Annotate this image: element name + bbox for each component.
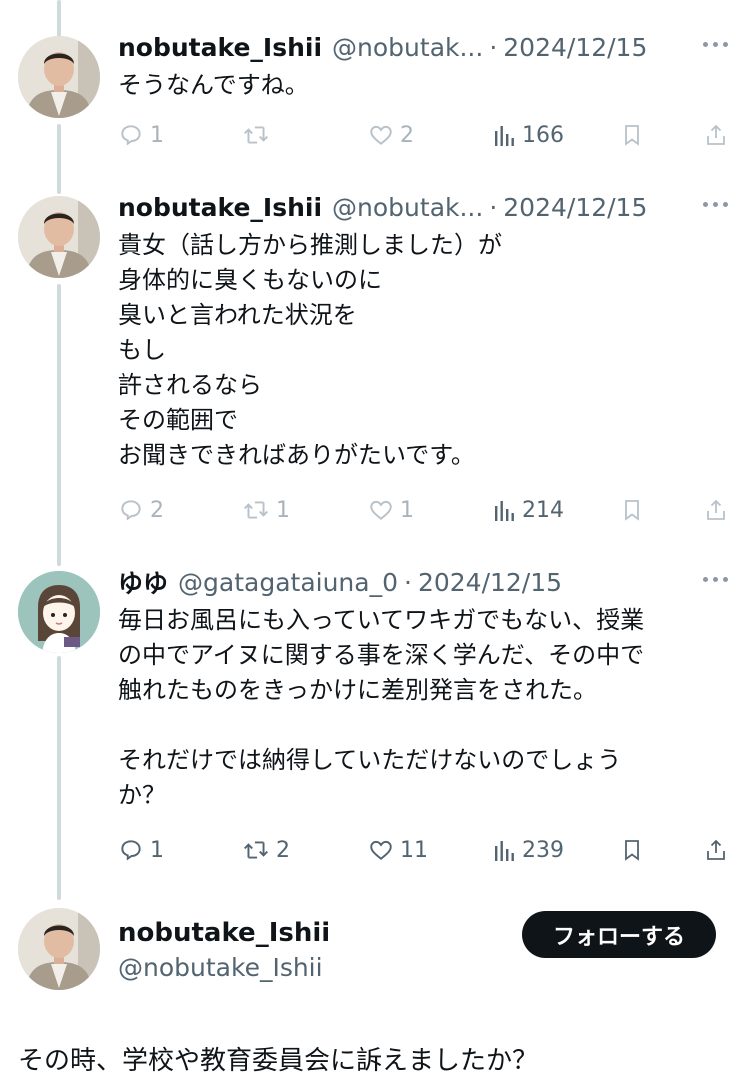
like-icon	[370, 500, 392, 520]
share-button[interactable]	[704, 833, 728, 867]
reply-icon	[121, 840, 141, 861]
action-bar: 2 1 1 214	[118, 493, 728, 527]
bookmark-icon	[625, 125, 639, 146]
like-count: 1	[400, 497, 414, 523]
avatar[interactable]	[18, 908, 100, 990]
avatar-illustration-icon	[18, 571, 100, 653]
display-name[interactable]: ゆゆ	[118, 564, 168, 600]
action-bar: 1 2 11 239	[118, 833, 728, 867]
tweet[interactable]: nobutake_Ishii @nobutak... · 2024/12/15 …	[0, 190, 750, 540]
share-icon	[707, 124, 725, 145]
handle[interactable]: @nobutak...	[332, 193, 483, 222]
more-icon[interactable]	[703, 202, 728, 207]
handle[interactable]: @nobutak...	[332, 33, 483, 62]
bookmark-icon	[625, 500, 639, 521]
retweet-icon	[244, 501, 268, 519]
more-icon[interactable]	[703, 42, 728, 47]
view-count: 214	[522, 497, 564, 523]
more-icon[interactable]	[703, 577, 728, 582]
avatar-photo-icon	[18, 196, 100, 278]
reply-count: 2	[150, 497, 164, 523]
action-bar: 1 2 166	[118, 118, 728, 152]
avatar[interactable]	[18, 196, 100, 278]
reply-count: 1	[150, 837, 164, 863]
bookmark-button[interactable]	[620, 493, 644, 527]
retweet-icon	[244, 126, 268, 144]
display-name[interactable]: nobutake_Ishii	[118, 33, 322, 62]
timestamp[interactable]: 2024/12/15	[503, 193, 647, 222]
display-name[interactable]: nobutake_Ishii	[118, 193, 322, 222]
tweet-text: 毎日お風呂にも入っていてワキガでもない、授業 の中でアイヌに関する事を深く学んだ…	[118, 606, 645, 809]
view-count: 239	[522, 837, 564, 863]
handle[interactable]: @gatagataiuna_0	[178, 568, 398, 597]
share-button[interactable]	[704, 118, 728, 152]
tweet-header: nobutake_Ishii @nobutak... · 2024/12/15	[118, 30, 647, 64]
timestamp[interactable]: 2024/12/15	[418, 568, 562, 597]
retweet-button[interactable]	[242, 118, 276, 152]
follow-button[interactable]: フォローする	[522, 911, 716, 958]
like-button[interactable]: 11	[368, 833, 428, 867]
retweet-icon	[244, 841, 268, 859]
separator: ·	[489, 32, 498, 62]
like-icon	[370, 125, 392, 145]
avatar-photo-icon	[18, 908, 100, 990]
views-icon	[495, 841, 514, 861]
bookmark-icon	[625, 840, 639, 861]
views-button[interactable]: 166	[494, 118, 564, 152]
reply-icon	[121, 500, 141, 521]
retweet-button[interactable]: 1	[242, 493, 290, 527]
tweet[interactable]: nobutake_Ishii @nobutak... · 2024/12/15 …	[0, 30, 750, 170]
timestamp[interactable]: 2024/12/15	[503, 33, 647, 62]
retweet-button[interactable]: 2	[242, 833, 290, 867]
like-button[interactable]: 1	[368, 493, 414, 527]
tweet-text: 貴女（話し方から推測しました）が 身体的に臭くもないのに 臭いと言われた状況を …	[118, 231, 502, 469]
like-icon	[370, 840, 392, 860]
reply-button[interactable]: 2	[118, 493, 164, 527]
reply-button[interactable]: 1	[118, 833, 164, 867]
reply-count: 1	[150, 122, 164, 148]
views-button[interactable]: 239	[494, 833, 564, 867]
tweet-text: その時、学校や教育委員会に訴えましたか？	[18, 1046, 539, 1076]
tweet-header: ゆゆ @gatagataiuna_0 · 2024/12/15	[118, 565, 562, 599]
view-count: 166	[522, 122, 564, 148]
display-name[interactable]: nobutake_Ishii	[118, 918, 330, 948]
share-icon	[707, 839, 725, 860]
views-icon	[495, 126, 514, 146]
separator: ·	[404, 567, 412, 597]
avatar-photo-icon	[18, 36, 100, 118]
bookmark-button[interactable]	[620, 833, 644, 867]
tweet[interactable]: ゆゆ @gatagataiuna_0 · 2024/12/15 毎日お風呂にも入…	[0, 565, 750, 875]
avatar[interactable]	[18, 571, 100, 653]
share-button[interactable]	[704, 493, 728, 527]
views-button[interactable]: 214	[494, 493, 564, 527]
avatar[interactable]	[18, 36, 100, 118]
retweet-count: 2	[276, 837, 290, 863]
tweet-header: nobutake_Ishii @nobutak... · 2024/12/15	[118, 190, 647, 224]
retweet-count: 1	[276, 497, 290, 523]
like-count: 2	[400, 122, 414, 148]
reply-button[interactable]: 1	[118, 118, 164, 152]
reply-icon	[121, 125, 141, 146]
separator: ·	[489, 192, 498, 222]
tweet-text: そうなんですね。	[118, 71, 309, 99]
share-icon	[707, 499, 725, 520]
views-icon	[495, 501, 514, 521]
like-count: 11	[400, 837, 428, 863]
like-button[interactable]: 2	[368, 118, 414, 152]
handle[interactable]: @nobutake_Ishii	[118, 953, 323, 982]
bookmark-button[interactable]	[620, 118, 644, 152]
